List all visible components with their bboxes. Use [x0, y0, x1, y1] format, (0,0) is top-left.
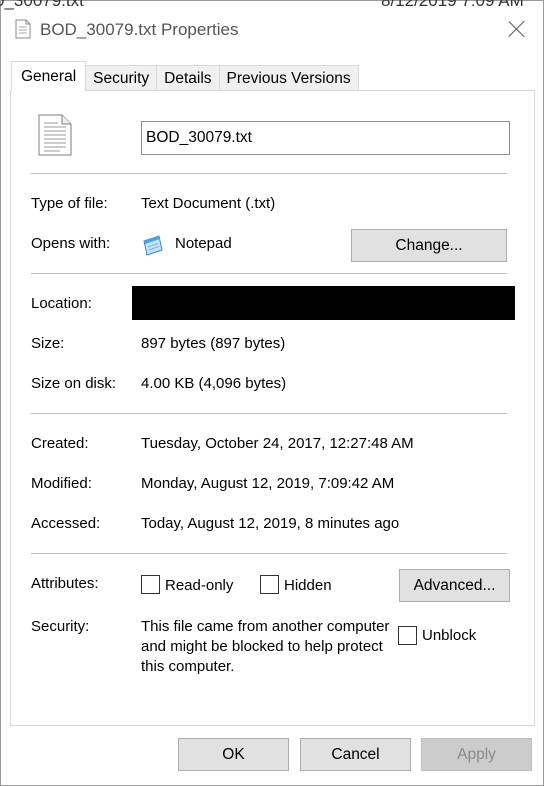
- modified-label: Modified:: [31, 475, 92, 492]
- apply-button[interactable]: Apply: [421, 738, 532, 771]
- type-of-file-value: Text Document (.txt): [141, 195, 276, 212]
- readonly-label[interactable]: Read-only: [165, 577, 233, 594]
- security-message: This file came from another computer and…: [141, 618, 390, 675]
- tab-strip: General Security Details Previous Versio…: [11, 61, 359, 91]
- hidden-checkbox[interactable]: [260, 575, 279, 594]
- advanced-button[interactable]: Advanced...: [399, 569, 510, 602]
- separator: [31, 173, 507, 174]
- unblock-label[interactable]: Unblock: [422, 627, 476, 644]
- ok-button[interactable]: OK: [178, 738, 289, 771]
- file-name-input[interactable]: [141, 121, 510, 155]
- hidden-label[interactable]: Hidden: [284, 577, 332, 594]
- text-document-icon: [38, 114, 72, 156]
- separator: [31, 413, 507, 414]
- window-title: BOD_30079.txt Properties: [40, 20, 239, 39]
- change-button[interactable]: Change...: [351, 229, 507, 262]
- security-label: Security:: [31, 618, 90, 635]
- title-bar[interactable]: BOD_30079.txt Properties: [1, 9, 543, 53]
- notepad-icon: [143, 235, 163, 256]
- separator: [31, 553, 507, 554]
- size-value: 897 bytes (897 bytes): [141, 335, 286, 352]
- tab-previous-versions[interactable]: Previous Versions: [218, 65, 359, 91]
- created-label: Created:: [31, 435, 89, 452]
- location-redacted: [132, 286, 515, 320]
- size-on-disk-value: 4.00 KB (4,096 bytes): [141, 375, 287, 392]
- size-label: Size:: [31, 335, 65, 352]
- unblock-checkbox[interactable]: [398, 626, 417, 645]
- cancel-button[interactable]: Cancel: [300, 738, 411, 771]
- created-value: Tuesday, October 24, 2017, 12:27:48 AM: [141, 435, 414, 452]
- opens-with-label: Opens with:: [31, 235, 111, 252]
- tab-security[interactable]: Security: [85, 65, 158, 91]
- location-label: Location:: [31, 295, 92, 312]
- opens-with-value: Notepad: [175, 235, 232, 252]
- accessed-value: Today, August 12, 2019, 8 minutes ago: [141, 515, 400, 532]
- modified-value: Monday, August 12, 2019, 7:09:42 AM: [141, 475, 395, 492]
- attributes-label: Attributes:: [31, 575, 99, 592]
- tab-details[interactable]: Details: [156, 65, 220, 91]
- accessed-label: Accessed:: [31, 515, 101, 532]
- text-file-icon: [15, 19, 31, 39]
- size-on-disk-label: Size on disk:: [31, 375, 117, 392]
- separator: [31, 273, 507, 274]
- close-icon[interactable]: [507, 19, 527, 39]
- tab-general[interactable]: General: [11, 61, 87, 91]
- type-of-file-label: Type of file:: [31, 195, 108, 212]
- properties-dialog: 0_30079.txt 8/12/2019 7:09 AM BOD_30079.…: [0, 0, 544, 786]
- readonly-checkbox[interactable]: [141, 575, 160, 594]
